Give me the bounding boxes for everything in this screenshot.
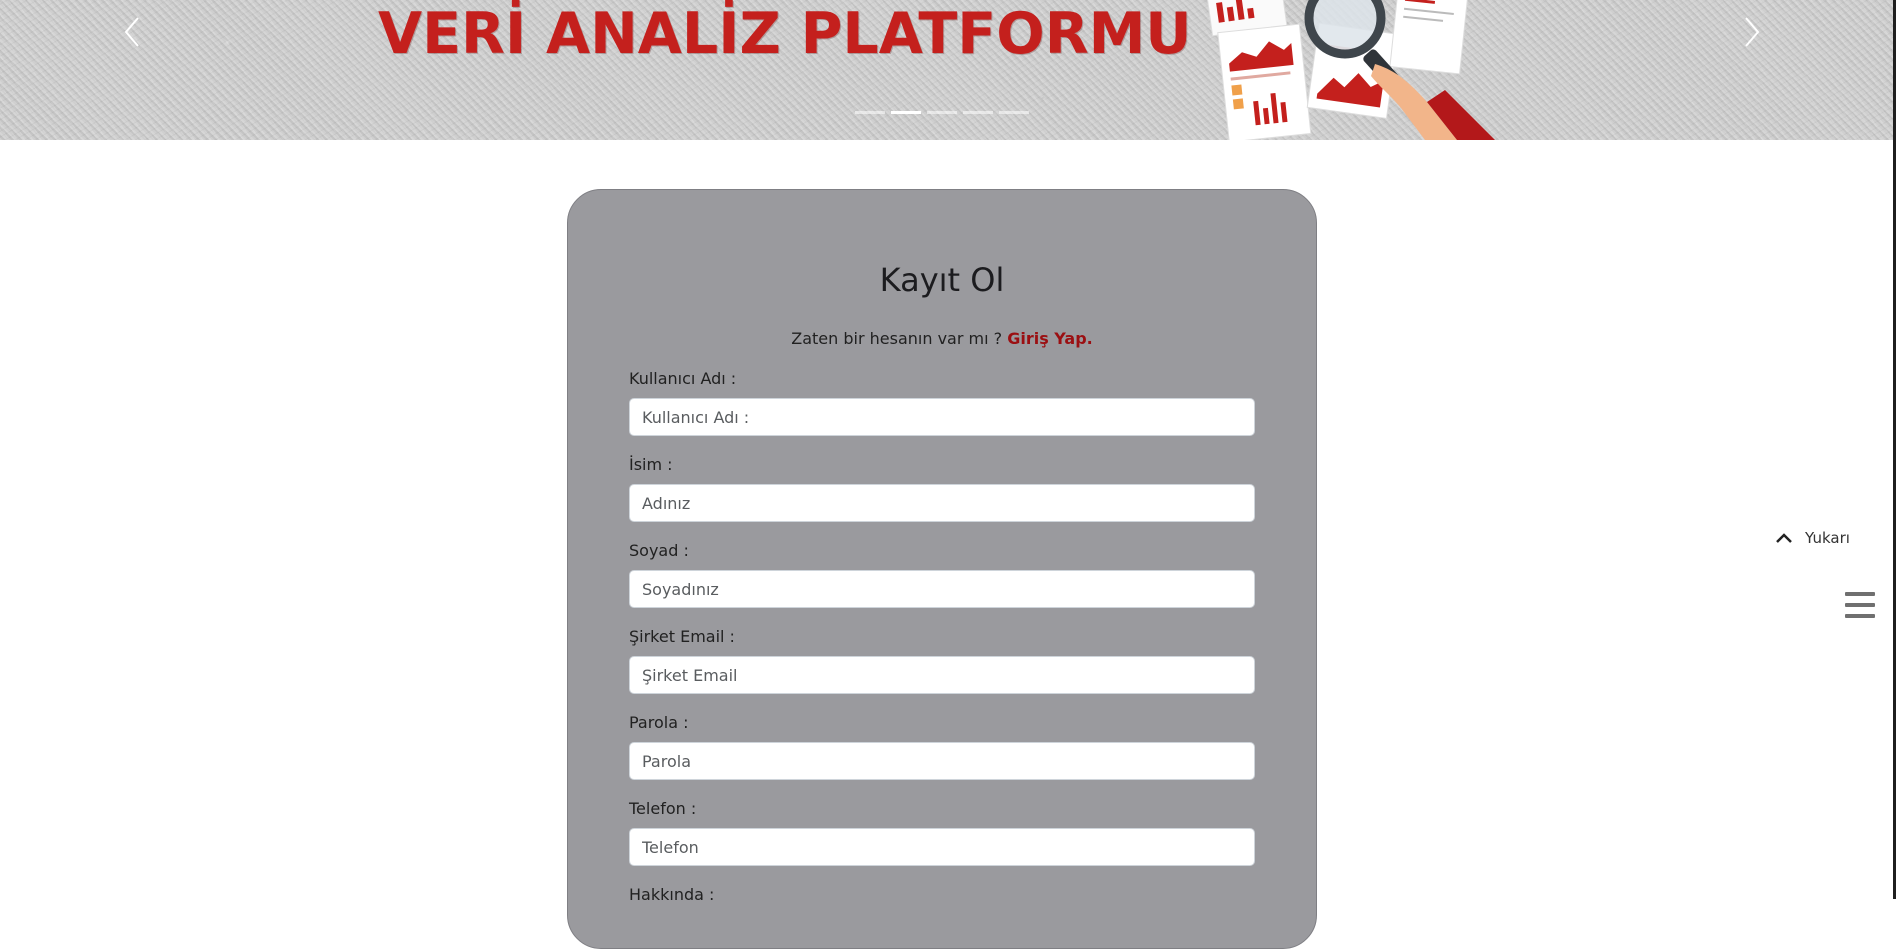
username-label: Kullanıcı Adı : [629,369,737,388]
register-title: Kayıt Ol [879,261,1005,299]
chevron-up-icon [1776,533,1792,543]
username-input[interactable] [629,398,1255,436]
company-email-input[interactable] [629,656,1255,694]
login-link[interactable]: Giriş Yap. [1007,329,1093,348]
data-report-illustration [1206,0,1495,140]
hamburger-menu-icon [1845,592,1875,620]
first-name-input[interactable] [629,484,1255,522]
hero-carousel: VERİ ANALİZ PLATFORMU [0,0,1896,140]
hero-title: VERİ ANALİZ PLATFORMU [378,1,1192,67]
first-name-label: İsim : [629,455,673,474]
carousel-indicator-4[interactable] [963,111,993,114]
carousel-prev-button[interactable] [120,14,146,50]
password-label: Parola : [629,713,689,732]
menu-toggle-button[interactable] [1845,592,1875,620]
login-prompt-text: Zaten bir hesanın var mı ? [791,329,1003,348]
last-name-label: Soyad : [629,541,689,560]
last-name-input[interactable] [629,570,1255,608]
carousel-indicator-1[interactable] [855,111,885,114]
password-input[interactable] [629,742,1255,780]
company-email-label: Şirket Email : [629,627,735,646]
chevron-right-icon [1745,17,1760,47]
carousel-indicator-5[interactable] [999,111,1029,114]
about-label: Hakkında : [629,885,715,904]
phone-label: Telefon : [629,799,697,818]
back-to-top-label: Yukarı [1805,529,1850,547]
phone-input[interactable] [629,828,1255,866]
back-to-top-button[interactable]: Yukarı [1775,525,1850,551]
chevron-left-icon [124,17,139,47]
carousel-indicator-2[interactable] [891,111,921,114]
carousel-next-button[interactable] [1738,14,1764,50]
carousel-indicators [855,111,1029,114]
login-prompt: Zaten bir hesanın var mı ? Giriş Yap. [567,326,1317,352]
carousel-indicator-3[interactable] [927,111,957,114]
